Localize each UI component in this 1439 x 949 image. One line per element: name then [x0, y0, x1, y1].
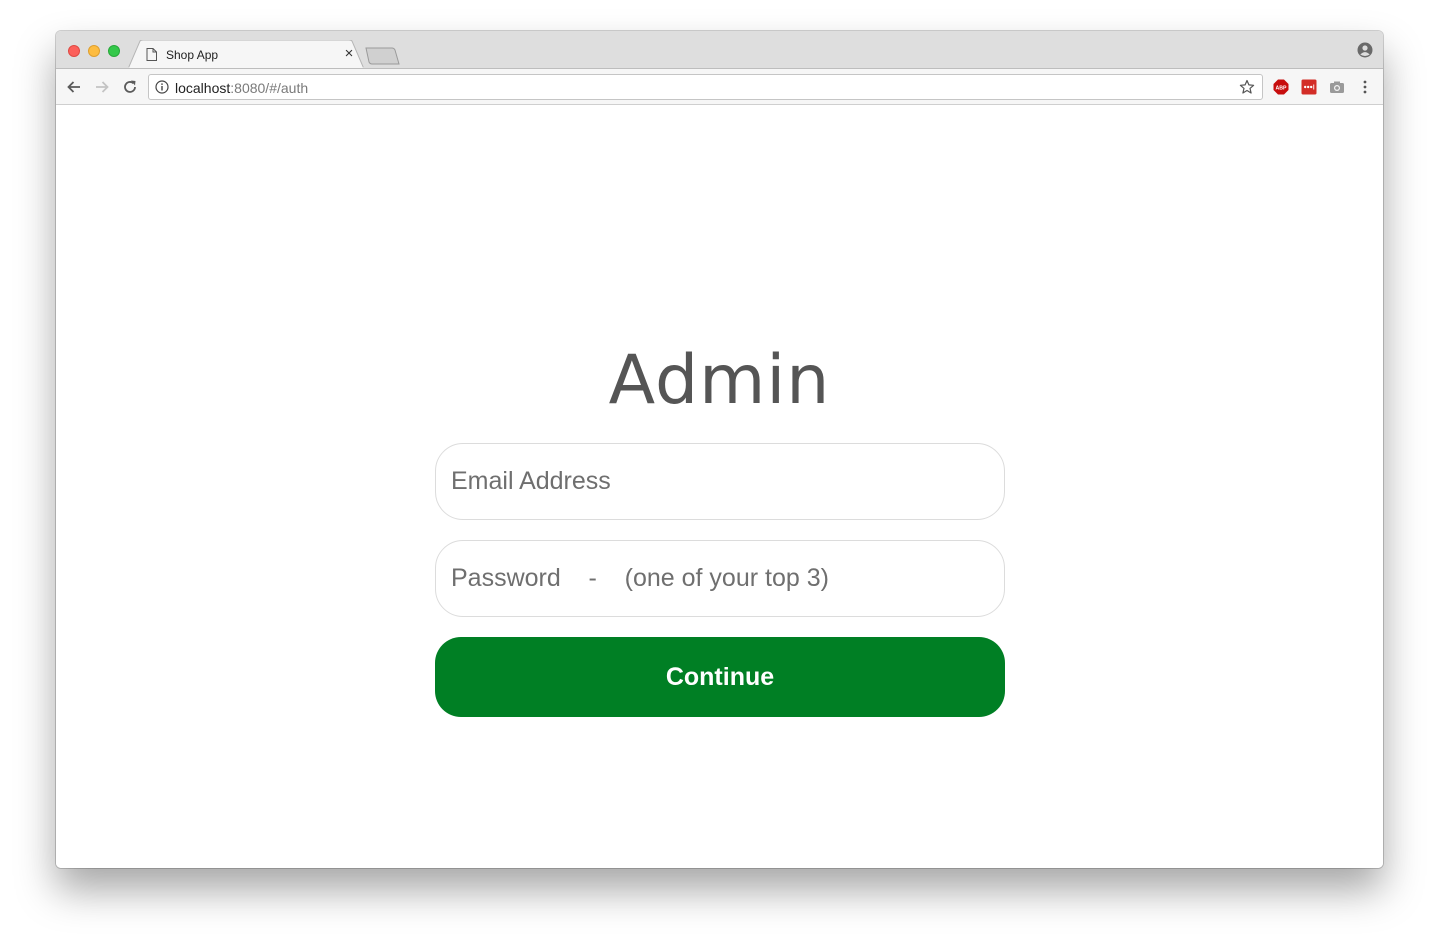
close-window-button[interactable] — [68, 45, 80, 57]
page-title: Admin — [608, 341, 831, 420]
tab-title: Shop App — [166, 48, 219, 62]
browser-tab[interactable]: Shop App × — [128, 40, 364, 69]
info-icon[interactable] — [155, 80, 169, 94]
email-field[interactable] — [435, 443, 1005, 520]
page-content: Admin Continue — [56, 105, 1383, 868]
url-text[interactable]: localhost:8080/#/auth — [175, 80, 308, 96]
reload-icon[interactable] — [121, 78, 139, 96]
address-bar[interactable]: localhost:8080/#/auth — [148, 74, 1263, 100]
title-bar: Shop App × — [56, 31, 1383, 69]
svg-text:ABP: ABP — [1276, 85, 1287, 91]
browser-window: Shop App × localhost:8080/#/auth ABP Adm… — [56, 31, 1383, 868]
camera-icon[interactable] — [1329, 79, 1345, 95]
password-field[interactable] — [435, 540, 1005, 617]
maximize-window-button[interactable] — [108, 45, 120, 57]
star-icon[interactable] — [1239, 79, 1255, 95]
lastpass-icon[interactable] — [1301, 79, 1317, 95]
forward-arrow-icon[interactable] — [93, 78, 111, 96]
url-host: localhost — [175, 80, 231, 96]
menu-icon[interactable] — [1357, 79, 1373, 95]
profile-icon[interactable] — [1357, 42, 1373, 58]
close-icon[interactable]: × — [342, 46, 356, 61]
minimize-window-button[interactable] — [88, 45, 100, 57]
back-arrow-icon[interactable] — [65, 78, 83, 96]
continue-button[interactable]: Continue — [435, 637, 1005, 717]
url-path: :8080/#/auth — [230, 80, 309, 96]
new-tab-button[interactable] — [364, 47, 402, 65]
document-icon — [146, 48, 157, 61]
adblock-icon[interactable]: ABP — [1273, 79, 1289, 95]
browser-toolbar: localhost:8080/#/auth ABP — [56, 68, 1383, 105]
